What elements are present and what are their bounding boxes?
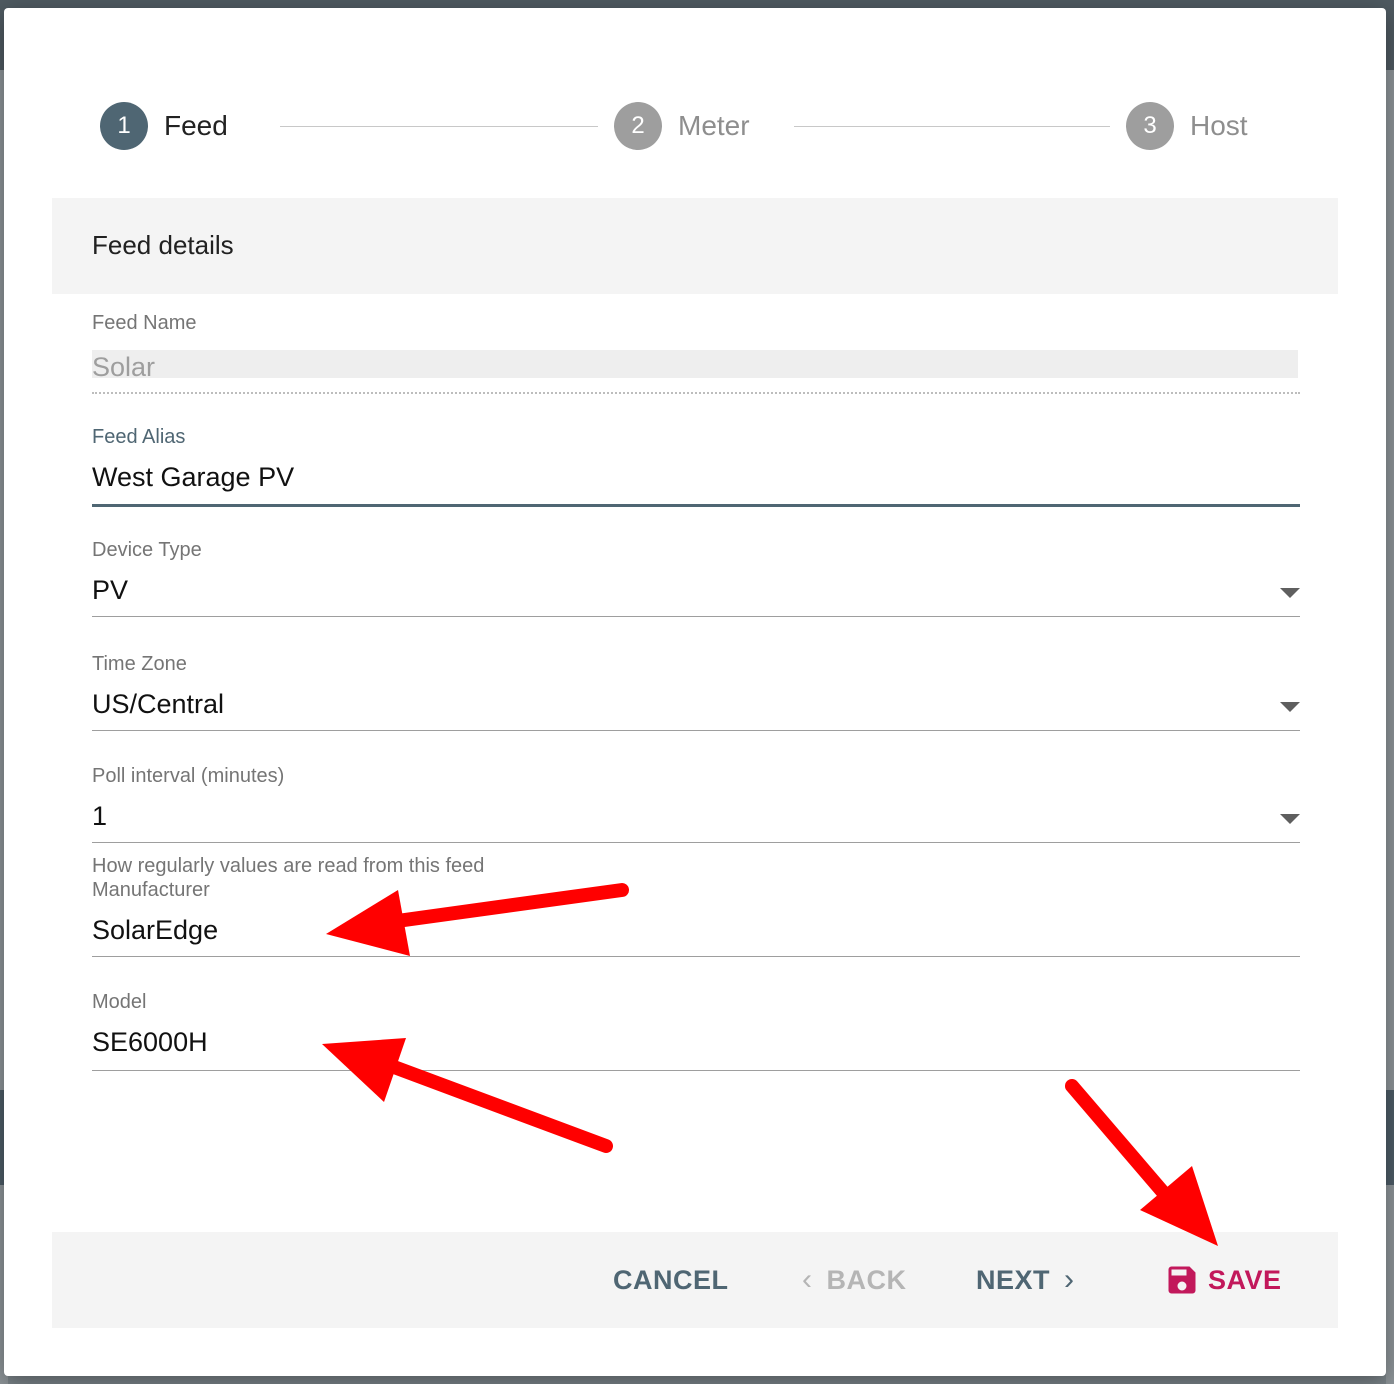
time-zone-select[interactable]: Time Zone US/Central <box>92 653 1300 733</box>
step-label: Feed <box>164 110 228 141</box>
feed-name-disabled-bg <box>92 350 1298 378</box>
manufacturer-underline <box>92 956 1300 957</box>
time-zone-label: Time Zone <box>92 653 187 675</box>
step-number-circle: 3 <box>1126 102 1174 150</box>
model-value[interactable]: SE6000H <box>92 1027 208 1058</box>
caret-down-icon[interactable] <box>1280 702 1300 712</box>
step-label: Meter <box>678 110 750 141</box>
device-type-select[interactable]: Device Type PV <box>92 539 1300 619</box>
manufacturer-label: Manufacturer <box>92 879 210 901</box>
step-host[interactable]: 3 Host <box>1126 102 1248 150</box>
caret-down-icon[interactable] <box>1280 814 1300 824</box>
chevron-right-icon: › <box>1064 1263 1075 1296</box>
cancel-label: CANCEL <box>613 1264 729 1295</box>
feed-name-field: Feed Name Solar <box>92 312 1300 402</box>
back-label: BACK <box>826 1264 907 1295</box>
device-type-value[interactable]: PV <box>92 575 128 606</box>
section-header: Feed details <box>52 198 1338 294</box>
model-underline <box>92 1070 1300 1071</box>
save-button[interactable]: SAVE <box>1164 1262 1282 1298</box>
save-label: SAVE <box>1208 1264 1282 1295</box>
floppy-disk-icon <box>1168 1266 1196 1294</box>
manufacturer-input[interactable]: Manufacturer SolarEdge <box>92 879 1300 959</box>
poll-interval-underline <box>92 842 1300 843</box>
poll-interval-value[interactable]: 1 <box>92 801 107 832</box>
manufacturer-value[interactable]: SolarEdge <box>92 915 218 946</box>
device-type-label: Device Type <box>92 539 202 561</box>
model-label: Model <box>92 991 147 1013</box>
step-number-circle: 1 <box>100 102 148 150</box>
step-number-circle: 2 <box>614 102 662 150</box>
time-zone-value[interactable]: US/Central <box>92 689 224 720</box>
backdrop-right-strip <box>1386 70 1394 1384</box>
time-zone-underline <box>92 730 1300 731</box>
poll-interval-select[interactable]: Poll interval (minutes) 1 How regularly … <box>92 765 1300 877</box>
poll-interval-label: Poll interval (minutes) <box>92 765 285 787</box>
section-title: Feed details <box>92 230 234 260</box>
dialog-footer: CANCEL ‹ BACK NEXT › SAVE <box>52 1232 1338 1328</box>
cancel-button[interactable]: CANCEL <box>613 1262 729 1298</box>
step-meter[interactable]: 2 Meter <box>614 102 750 150</box>
step-connector <box>794 126 1110 127</box>
feed-name-value: Solar <box>92 352 156 382</box>
step-feed[interactable]: 1 Feed <box>100 102 228 150</box>
feed-setup-dialog: 1 Feed 2 Meter 3 Host Feed details Feed … <box>4 8 1386 1376</box>
next-button[interactable]: NEXT › <box>976 1262 1075 1298</box>
feed-alias-underline <box>92 504 1300 507</box>
feed-name-label: Feed Name <box>92 312 197 334</box>
feed-alias-value[interactable]: West Garage PV <box>92 462 294 493</box>
poll-interval-hint: How regularly values are read from this … <box>92 855 485 877</box>
feed-alias-label: Feed Alias <box>92 426 186 448</box>
caret-down-icon[interactable] <box>1280 588 1300 598</box>
feed-name-underline <box>92 392 1300 394</box>
step-connector <box>280 126 598 127</box>
step-label: Host <box>1190 110 1248 141</box>
next-label: NEXT <box>976 1264 1051 1295</box>
chevron-left-icon: ‹ <box>802 1263 813 1296</box>
feed-alias-input[interactable]: Feed Alias West Garage PV <box>92 426 1300 508</box>
model-input[interactable]: Model SE6000H <box>92 991 1300 1071</box>
back-button[interactable]: ‹ BACK <box>802 1262 907 1298</box>
device-type-underline <box>92 616 1300 617</box>
